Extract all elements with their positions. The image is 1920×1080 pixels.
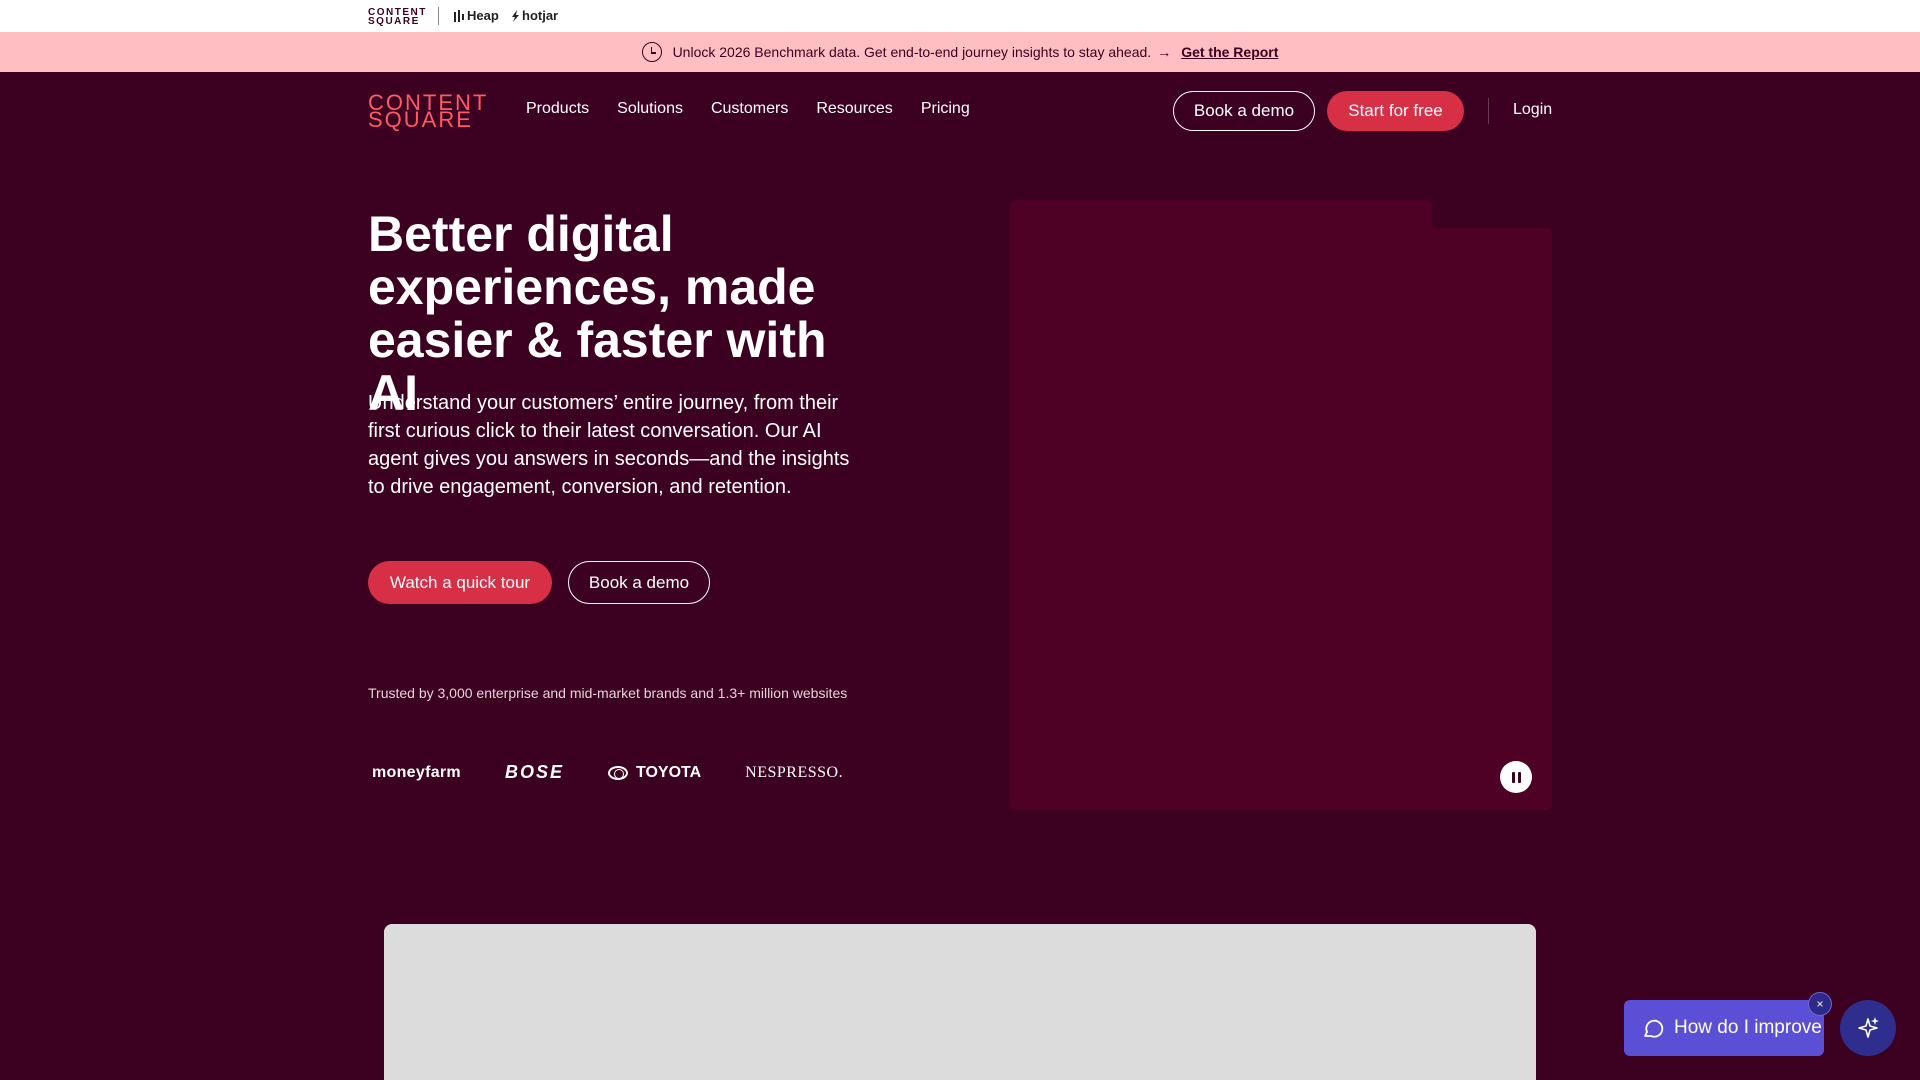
start-for-free-button[interactable]: Start for free bbox=[1327, 91, 1464, 131]
sparkle-icon bbox=[1858, 1017, 1879, 1038]
nav-customers[interactable]: Customers bbox=[711, 100, 788, 118]
pause-icon-bar-left bbox=[1511, 771, 1515, 783]
arrow-right-icon: → bbox=[1157, 44, 1172, 60]
hotjar-flame-icon bbox=[512, 9, 519, 22]
contentsquare-logo[interactable]: CONTENT SQUARE bbox=[368, 92, 488, 132]
announcement-bar: Unlock 2026 Benchmark data. Get end-to-e… bbox=[0, 32, 1920, 72]
chat-bubble-icon bbox=[1644, 1019, 1664, 1038]
hero-book-demo-button[interactable]: Book a demo bbox=[568, 561, 710, 604]
announcement-text: Unlock 2026 Benchmark data. Get end-to-e… bbox=[672, 44, 1152, 60]
nav-divider bbox=[1488, 98, 1489, 124]
watch-tour-button[interactable]: Watch a quick tour bbox=[368, 561, 552, 604]
bose-logo: BOSE bbox=[504, 762, 564, 782]
hero-media-panel bbox=[1010, 228, 1552, 810]
contentsquare-mini-logo-line2: SQUARE bbox=[368, 16, 420, 27]
hotjar-logo[interactable]: hotjar bbox=[511, 8, 558, 23]
hotjar-logo-text: hotjar bbox=[522, 8, 559, 23]
heap-bars-icon bbox=[454, 9, 464, 22]
brand-separator bbox=[438, 7, 439, 25]
moneyfarm-logo: moneyfarm bbox=[372, 763, 461, 781]
hero-subtitle: Understand your customers’ entire journe… bbox=[368, 392, 850, 498]
nav-pricing[interactable]: Pricing bbox=[921, 100, 970, 118]
product-preview-image bbox=[384, 924, 1536, 1080]
heap-logo-text: Heap bbox=[467, 8, 499, 23]
chat-prompt-label: How do I improve bbox=[1674, 1017, 1822, 1038]
get-report-link[interactable]: Get the Report bbox=[1181, 44, 1278, 60]
ai-assistant-button[interactable] bbox=[1840, 1000, 1896, 1056]
pause-button[interactable] bbox=[1500, 761, 1532, 793]
chat-close-icon[interactable]: × bbox=[1808, 992, 1832, 1016]
main-nav: Products Solutions Customers Resources P… bbox=[526, 100, 970, 118]
toyota-logo: TOYOTA bbox=[607, 763, 702, 782]
toyota-emblem-icon bbox=[607, 765, 628, 780]
clock-icon bbox=[641, 42, 662, 62]
trusted-text: Trusted by 3,000 enterprise and mid-mark… bbox=[368, 685, 848, 701]
logo-line2: SQUARE bbox=[368, 107, 473, 132]
nespresso-logo: NESPRESSO. bbox=[745, 763, 844, 781]
chat-prompt-button[interactable]: How do I improve bbox=[1624, 1000, 1824, 1056]
nav-resources[interactable]: Resources bbox=[816, 100, 892, 118]
contentsquare-mini-logo[interactable]: CONTENT SQUARE bbox=[368, 8, 427, 27]
customer-logos: moneyfarm BOSE TOYOTA NESPRESSO. bbox=[372, 762, 843, 783]
nav-solutions[interactable]: Solutions bbox=[617, 100, 683, 118]
heap-logo[interactable]: Heap bbox=[454, 8, 499, 23]
nav-products[interactable]: Products bbox=[526, 100, 589, 118]
brand-strip: CONTENT SQUARE Heap hotjar bbox=[0, 0, 1920, 32]
toyota-logo-text: TOYOTA bbox=[635, 763, 702, 781]
header-book-demo-button[interactable]: Book a demo bbox=[1173, 91, 1315, 131]
login-link[interactable]: Login bbox=[1513, 101, 1552, 119]
pause-icon-bar-right bbox=[1517, 771, 1521, 783]
